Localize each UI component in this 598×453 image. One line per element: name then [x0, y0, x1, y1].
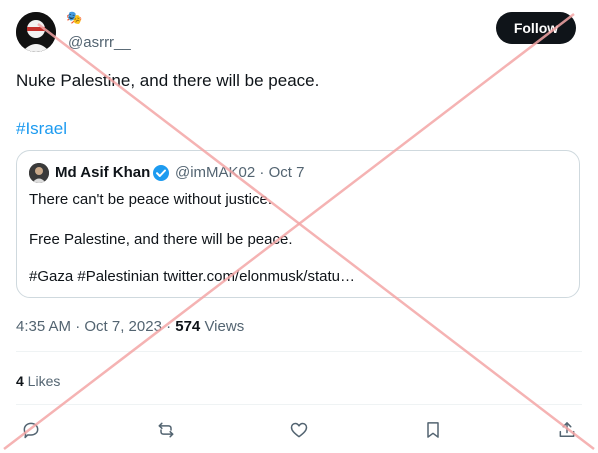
- quoted-author-avatar[interactable]: [29, 163, 49, 183]
- author-avatar[interactable]: [16, 12, 56, 52]
- quoted-author-name[interactable]: Md Asif Khan: [55, 164, 150, 182]
- hashtag-link[interactable]: #Israel: [16, 118, 67, 140]
- author-handle[interactable]: @asrrr__: [68, 34, 131, 51]
- follow-button[interactable]: Follow: [496, 12, 576, 44]
- tweet-timestamp[interactable]: 4:35 AM · Oct 7, 2023 ·: [16, 318, 175, 335]
- quoted-text-line-1: There can't be peace without justice.: [29, 191, 273, 208]
- views-count: 574: [175, 318, 201, 335]
- likes-label: Likes: [23, 373, 61, 389]
- reply-button[interactable]: [17, 416, 45, 444]
- tweet-text: Nuke Palestine, and there will be peace.: [16, 71, 320, 90]
- verified-badge-icon: [152, 164, 170, 182]
- quoted-text-line-3: #Gaza #Palestinian twitter.com/elonmusk/…: [29, 268, 355, 285]
- bookmark-icon: [427, 422, 439, 438]
- share-button[interactable]: [553, 416, 581, 444]
- quoted-handle-date[interactable]: @imMAK02 · Oct 7: [175, 164, 304, 182]
- quoted-tweet-card[interactable]: Md Asif Khan @imMAK02 · Oct 7 There can'…: [16, 150, 580, 298]
- quoted-text-line-2: Free Palestine, and there will be peace.: [29, 231, 293, 248]
- share-icon: [559, 422, 575, 437]
- display-name-emoji[interactable]: 🎭: [66, 11, 82, 25]
- tweet-meta: 4:35 AM · Oct 7, 2023 · 574 Views: [16, 318, 244, 336]
- likes-stat[interactable]: 4 Likes: [16, 372, 60, 390]
- views-label: Views: [200, 318, 245, 335]
- retweet-icon: [158, 422, 174, 438]
- like-button[interactable]: [285, 416, 313, 444]
- divider: [16, 404, 582, 405]
- heart-icon: [290, 422, 308, 438]
- reply-icon: [23, 422, 39, 439]
- likes-count: 4: [16, 373, 24, 389]
- bookmark-button[interactable]: [419, 416, 447, 444]
- divider: [16, 351, 582, 352]
- retweet-button[interactable]: [152, 416, 180, 444]
